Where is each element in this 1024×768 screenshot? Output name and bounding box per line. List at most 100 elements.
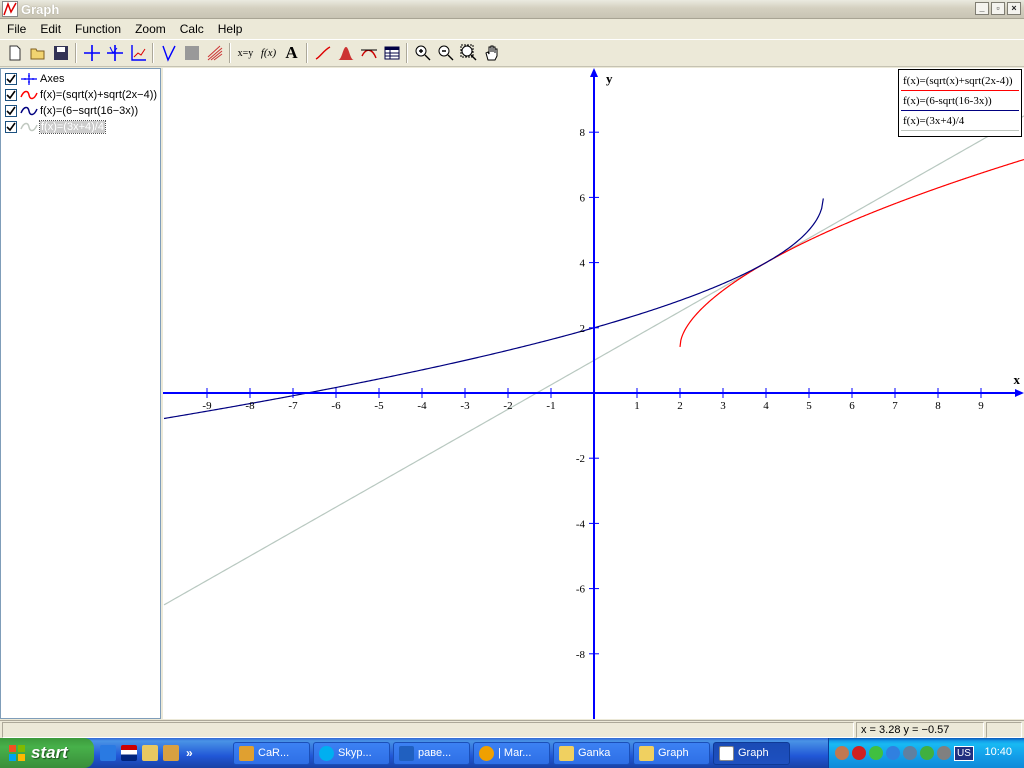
axes-icon [21, 72, 37, 85]
folder-icon [639, 745, 654, 761]
function-list-item[interactable]: f(x)=(6−sqrt(16−3x)) [5, 103, 138, 118]
graph-app-icon [2, 1, 18, 17]
language-indicator[interactable]: US [954, 745, 974, 761]
task-label: Ganka [578, 747, 611, 759]
grid-button[interactable] [103, 42, 126, 65]
function-label: Axes [40, 72, 65, 85]
function-list-item[interactable]: f(x)=(sqrt(x)+sqrt(2x−4)) [5, 87, 157, 102]
y-tick-label: 2 [580, 323, 586, 335]
task-label: Graph [738, 747, 769, 759]
x-tick-label: 9 [978, 400, 984, 412]
series-line [163, 198, 824, 420]
taskbar-button-active[interactable]: Graph [713, 741, 790, 765]
minimize-button[interactable]: _ [975, 2, 989, 15]
zoom-out-icon [438, 45, 453, 61]
language-flag-icon[interactable] [121, 745, 137, 761]
axes-button[interactable] [80, 42, 103, 65]
y-axis-arrow [590, 68, 598, 77]
folder-icon[interactable] [142, 745, 158, 761]
insert-shading-button[interactable] [180, 42, 203, 65]
network-icon[interactable] [903, 746, 917, 760]
table-button[interactable] [380, 42, 403, 65]
app-shortcut-icon[interactable] [163, 745, 179, 761]
function-list-panel: Axes f(x)=(sqrt(x)+sqrt(2x−4)) f(x)=(6−s… [0, 68, 161, 719]
menu-edit[interactable]: Edit [33, 22, 68, 36]
start-label: start [31, 743, 68, 762]
save-button[interactable] [49, 42, 72, 65]
zoom-square-button[interactable] [457, 42, 480, 65]
y-tick-label: -4 [576, 518, 586, 530]
taskbar-button[interactable]: раве... [393, 741, 470, 765]
function-checkbox[interactable] [5, 88, 17, 101]
insert-xy-relation-button[interactable]: x=y [234, 42, 257, 65]
menu-function[interactable]: Function [68, 22, 128, 36]
menu-calc[interactable]: Calc [173, 22, 211, 36]
axes-checkbox[interactable] [5, 72, 17, 85]
start-button[interactable]: start [0, 738, 94, 768]
menu-bar: File Edit Function Zoom Calc Help [0, 19, 1024, 38]
menu-help[interactable]: Help [211, 22, 250, 36]
taskbar-button[interactable]: CaR... [233, 741, 310, 765]
maximize-button[interactable]: ▫ [991, 2, 1005, 15]
internet-explorer-icon[interactable] [100, 745, 116, 761]
open-file-button[interactable] [26, 42, 49, 65]
shading-icon [184, 46, 199, 60]
x-tick-label: -9 [202, 400, 212, 412]
legend-entry: f(x)=(3x+4)/4 [903, 115, 965, 127]
volume-icon[interactable] [937, 746, 951, 760]
y-tick-label: 4 [580, 258, 586, 270]
function-curve-icon [20, 106, 38, 115]
x-tick-label: 6 [849, 400, 855, 412]
move-system-button[interactable] [480, 42, 503, 65]
toolbar: x=y f(x) A [0, 39, 1024, 67]
tray-app-icon[interactable] [920, 746, 934, 760]
taskbar-button[interactable]: Ganka [553, 741, 630, 765]
menu-zoom[interactable]: Zoom [128, 22, 173, 36]
y-tick-label: -2 [576, 453, 585, 465]
legend[interactable]: f(x)=(sqrt(x)+sqrt(2x-4)) f(x)=(6-sqrt(1… [898, 69, 1022, 137]
taskbar-button[interactable]: Skyp... [313, 741, 390, 765]
function-checkbox[interactable] [5, 104, 17, 117]
function-list-item-selected[interactable]: f(x)=(3x+4)/4 [5, 119, 106, 134]
status-ok-icon[interactable] [869, 746, 883, 760]
close-button[interactable]: × [1007, 2, 1021, 15]
status-panel-extra [986, 722, 1022, 738]
task-label: Skyp... [338, 747, 372, 759]
function-list-item-axes[interactable]: Axes [5, 71, 64, 86]
insert-function-plot-button[interactable] [126, 42, 149, 65]
tray-app-icon[interactable] [886, 746, 900, 760]
taskbar-button[interactable]: Graph [633, 741, 710, 765]
insert-relation-button[interactable] [203, 42, 226, 65]
insert-function-button[interactable] [157, 42, 180, 65]
insert-point-series-button[interactable] [311, 42, 334, 65]
graph-area[interactable]: -9 -8 -7 -6 -5 -4 -3 -2 -1 1 2 3 4 5 6 7 8 9 8 6 4 2 -2 -4 -6 -8 x… [163, 68, 1024, 719]
status-coordinates: x = 3.28 y = −0.57 [856, 722, 984, 738]
quick-launch-more[interactable]: » [186, 746, 193, 760]
zoom-in-icon [415, 45, 430, 61]
insert-text-button[interactable]: A [280, 42, 303, 65]
text-label: A [285, 43, 298, 62]
insert-fx-button[interactable]: f(x) [257, 42, 280, 65]
x-tick-label: -8 [245, 400, 255, 412]
graph-app-icon [719, 745, 734, 761]
legend-line [901, 130, 1019, 131]
x-tick-label: -6 [331, 400, 341, 412]
graph-plot[interactable]: -9 -8 -7 -6 -5 -4 -3 -2 -1 1 2 3 4 5 6 7 8 9 8 6 4 2 -2 -4 -6 -8 x… [163, 68, 1024, 719]
toolbar-separator [152, 43, 154, 63]
fx-label: f(x) [260, 47, 277, 59]
menu-file[interactable]: File [0, 22, 33, 36]
zoom-out-button[interactable] [434, 42, 457, 65]
function-checkbox[interactable] [5, 120, 17, 133]
word-icon [399, 745, 414, 761]
insert-trendline-button[interactable] [334, 42, 357, 65]
taskbar-button[interactable]: | Mar... [473, 741, 550, 765]
x-tick-label: -4 [417, 400, 427, 412]
insert-tangent-button[interactable] [357, 42, 380, 65]
toolbar-separator [406, 43, 408, 63]
new-file-button[interactable] [3, 42, 26, 65]
x-tick-label: 7 [892, 400, 898, 412]
network-error-icon[interactable] [852, 746, 866, 760]
legend-entry: f(x)=(6-sqrt(16-3x)) [903, 95, 992, 107]
tray-expand-icon[interactable] [835, 746, 849, 760]
zoom-in-button[interactable] [411, 42, 434, 65]
